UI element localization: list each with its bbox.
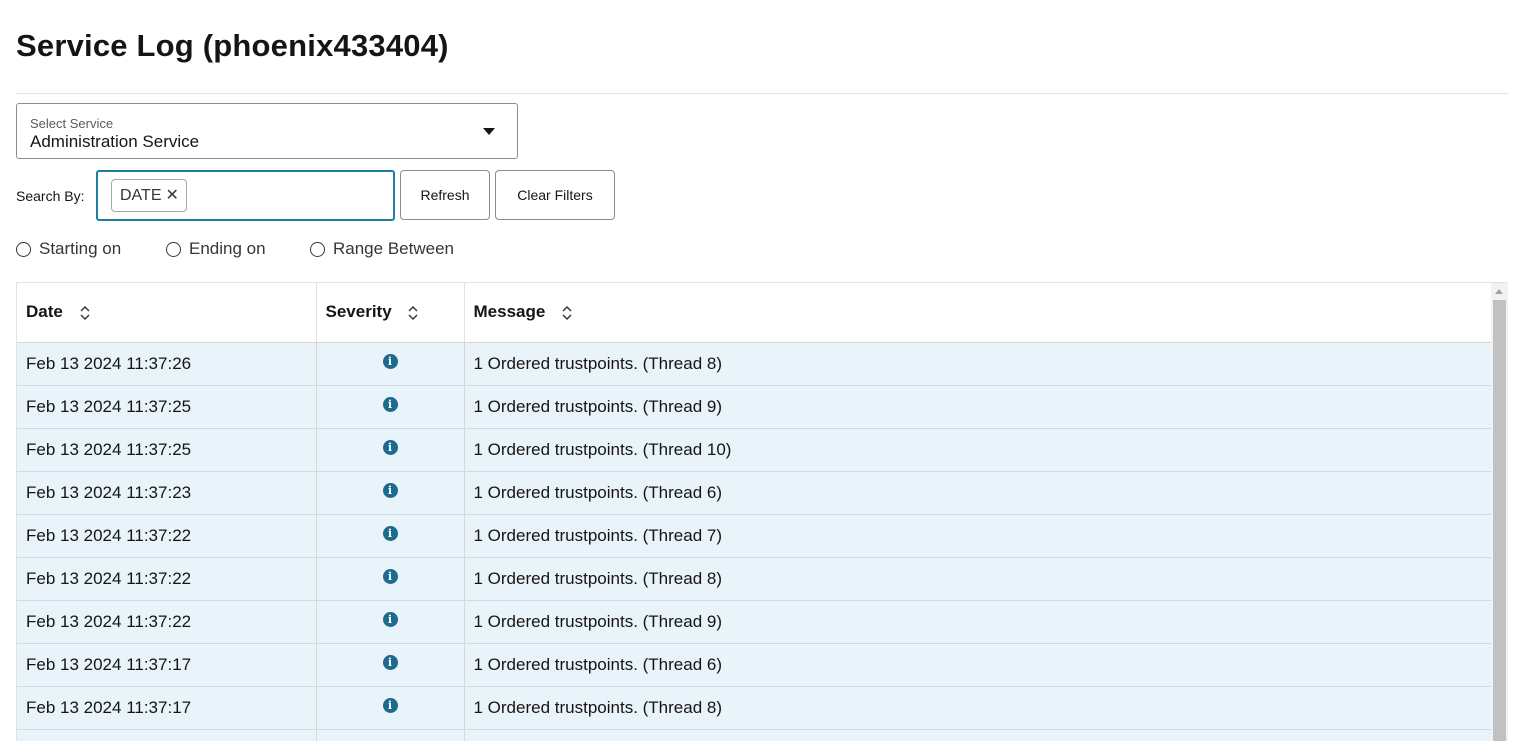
info-circle-icon: i xyxy=(382,697,398,713)
search-input[interactable] xyxy=(194,180,388,212)
close-icon[interactable]: ✕ xyxy=(165,187,178,204)
cell-severity: i xyxy=(316,385,465,429)
cell-message: 1 Ordered trustpoints. (Thread 9) xyxy=(464,600,1492,644)
table-row[interactable] xyxy=(17,729,1492,741)
cell-severity xyxy=(316,729,465,741)
cell-severity: i xyxy=(316,600,465,644)
page-title: Service Log (phoenix433404) xyxy=(16,28,449,63)
chevron-down-icon[interactable] xyxy=(483,128,495,135)
cell-date: Feb 13 2024 11:37:17 xyxy=(17,643,317,687)
info-circle-icon: i xyxy=(382,353,398,369)
title-divider xyxy=(16,93,1508,94)
cell-severity: i xyxy=(316,514,465,558)
cell-severity: i xyxy=(316,428,465,472)
cell-severity: i xyxy=(316,342,465,386)
cell-message: 1 Ordered trustpoints. (Thread 8) xyxy=(464,686,1492,730)
cell-severity: i xyxy=(316,643,465,687)
table-row[interactable]: Feb 13 2024 11:37:22 i 1 Ordered trustpo… xyxy=(17,557,1492,601)
info-circle-icon: i xyxy=(382,482,398,498)
column-header-message[interactable]: Message xyxy=(464,283,1492,343)
scrollbar-thumb[interactable] xyxy=(1493,300,1506,741)
cell-severity: i xyxy=(316,686,465,730)
table-row[interactable]: Feb 13 2024 11:37:17 i 1 Ordered trustpo… xyxy=(17,643,1492,687)
cell-severity: i xyxy=(316,471,465,515)
cell-date: Feb 13 2024 11:37:25 xyxy=(17,428,317,472)
radio-starting-on[interactable]: Starting on xyxy=(16,239,121,259)
cell-message: 1 Ordered trustpoints. (Thread 6) xyxy=(464,471,1492,515)
table-row[interactable]: Feb 13 2024 11:37:23 i 1 Ordered trustpo… xyxy=(17,471,1492,515)
cell-date: Feb 13 2024 11:37:23 xyxy=(17,471,317,515)
clear-filters-button[interactable]: Clear Filters xyxy=(495,170,615,220)
table-row[interactable]: Feb 13 2024 11:37:26 i 1 Ordered trustpo… xyxy=(17,342,1492,386)
filter-chip-date[interactable]: DATE ✕ xyxy=(111,179,187,212)
cell-message: 1 Ordered trustpoints. (Thread 7) xyxy=(464,514,1492,558)
sort-icon[interactable] xyxy=(80,305,90,321)
radio-label: Starting on xyxy=(39,239,122,258)
cell-message: 1 Ordered trustpoints. (Thread 8) xyxy=(464,557,1492,601)
sort-icon[interactable] xyxy=(562,305,572,321)
cell-date: Feb 13 2024 11:37:25 xyxy=(17,385,317,429)
cell-message: 1 Ordered trustpoints. (Thread 10) xyxy=(464,428,1492,472)
table-row[interactable]: Feb 13 2024 11:37:25 i 1 Ordered trustpo… xyxy=(17,428,1492,472)
service-select-label: Select Service xyxy=(30,116,114,131)
cell-date: Feb 13 2024 11:37:26 xyxy=(17,342,317,386)
column-header-severity[interactable]: Severity xyxy=(316,283,465,343)
cell-date: Feb 13 2024 11:37:22 xyxy=(17,600,317,644)
table-row[interactable]: Feb 13 2024 11:37:22 i 1 Ordered trustpo… xyxy=(17,514,1492,558)
service-select[interactable]: Select Service Administration Service xyxy=(16,103,518,159)
info-circle-icon: i xyxy=(382,568,398,584)
log-table-grid: Date Severity Message Feb 13 2024 11:37: xyxy=(17,283,1492,741)
filter-chip-label: DATE xyxy=(120,186,162,204)
cell-date: Feb 13 2024 11:37:17 xyxy=(17,686,317,730)
radio-circle-icon[interactable] xyxy=(166,241,181,257)
table-row[interactable]: Feb 13 2024 11:37:17 i 1 Ordered trustpo… xyxy=(17,686,1492,730)
info-circle-icon: i xyxy=(382,396,398,412)
radio-label: Range Between xyxy=(333,239,454,258)
log-table: Date Severity Message Feb 13 2024 11:37: xyxy=(16,282,1508,741)
search-filter-field[interactable]: DATE ✕ xyxy=(96,170,395,221)
search-by-label: Search By: xyxy=(16,188,85,204)
info-circle-icon: i xyxy=(382,611,398,627)
cell-date xyxy=(17,729,317,741)
table-row[interactable]: Feb 13 2024 11:37:25 i 1 Ordered trustpo… xyxy=(17,385,1492,429)
table-header-row: Date Severity Message xyxy=(17,283,1492,343)
cell-severity: i xyxy=(316,557,465,601)
radio-circle-icon[interactable] xyxy=(310,241,325,257)
scroll-up-arrow-icon[interactable] xyxy=(1495,289,1503,294)
info-circle-icon: i xyxy=(382,654,398,670)
cell-date: Feb 13 2024 11:37:22 xyxy=(17,514,317,558)
info-circle-icon: i xyxy=(382,525,398,541)
sort-icon[interactable] xyxy=(408,305,418,321)
column-header-date[interactable]: Date xyxy=(17,283,317,343)
cell-message xyxy=(464,729,1492,741)
table-row[interactable]: Feb 13 2024 11:37:22 i 1 Ordered trustpo… xyxy=(17,600,1492,644)
service-log-page: Service Log (phoenix433404) Select Servi… xyxy=(0,0,1518,741)
cell-date: Feb 13 2024 11:37:22 xyxy=(17,557,317,601)
table-scrollbar[interactable] xyxy=(1491,283,1508,741)
radio-label: Ending on xyxy=(189,239,266,258)
refresh-button[interactable]: Refresh xyxy=(400,170,490,220)
info-circle-icon: i xyxy=(382,439,398,455)
cell-message: 1 Ordered trustpoints. (Thread 8) xyxy=(464,342,1492,386)
radio-circle-icon[interactable] xyxy=(16,241,31,257)
cell-message: 1 Ordered trustpoints. (Thread 9) xyxy=(464,385,1492,429)
radio-ending-on[interactable]: Ending on xyxy=(166,239,266,259)
radio-range-between[interactable]: Range Between xyxy=(310,239,454,259)
service-select-value: Administration Service xyxy=(30,132,200,151)
cell-message: 1 Ordered trustpoints. (Thread 6) xyxy=(464,643,1492,687)
